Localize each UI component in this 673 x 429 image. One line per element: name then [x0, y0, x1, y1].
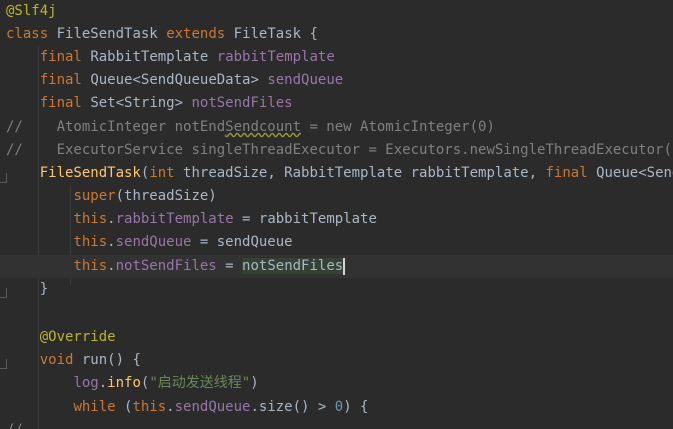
keyword-final: final [39, 49, 82, 65]
assignment: = sendQueue [191, 234, 293, 250]
code-line-11[interactable]: this.sendQueue = sendQueue [0, 231, 673, 254]
code-line-1[interactable]: @Slf4j [0, 0, 673, 23]
keyword-final: final [39, 72, 82, 88]
code-line-13[interactable]: } [0, 278, 673, 301]
code-line-5[interactable]: final Set<String> notSendFiles [0, 92, 673, 115]
assignment-op: = [216, 258, 243, 274]
code-line-10[interactable]: this.rabbitTemplate = rabbitTemplate [0, 208, 673, 231]
commented-code-typo: Sendcount [225, 119, 302, 135]
dot: . [107, 234, 116, 250]
code-editor[interactable]: @Slf4j class FileSendTask extends FileTa… [0, 0, 673, 429]
keyword-void: void [39, 352, 74, 368]
params: Queue<SendQueu [596, 165, 673, 181]
superclass-name: FileTask { [233, 26, 318, 42]
code-line-16[interactable]: void run() { [0, 349, 673, 372]
assignment: = rabbitTemplate [233, 211, 377, 227]
code-line-17[interactable]: log.info("启动发送线程") [0, 372, 673, 395]
close-brace: } [39, 281, 49, 297]
keyword-final: final [39, 95, 82, 111]
field-name: sendQueue [267, 72, 344, 88]
code-line-4[interactable]: final Queue<SendQueueData> sendQueue [0, 69, 673, 92]
fold-marker-icon[interactable] [0, 359, 7, 369]
keyword-while: while [73, 399, 116, 415]
field-name: rabbitTemplate [216, 49, 335, 65]
commented-code: = new AtomicInteger(0) [301, 119, 495, 135]
code-line-3[interactable]: final RabbitTemplate rabbitTemplate [0, 46, 673, 69]
keyword-this: this [73, 234, 108, 250]
string-literal: "启动发送线程" [149, 375, 251, 391]
field-ref: notSendFiles [115, 258, 217, 274]
keyword-int: int [149, 165, 175, 181]
params: threadSize, RabbitTemplate rabbitTemplat… [174, 165, 546, 181]
method-signature: run() { [73, 352, 141, 368]
code-line-9[interactable]: super(threadSize) [0, 185, 673, 208]
field-ref: sendQueue [115, 234, 192, 250]
code-line-8[interactable]: FileSendTask(int threadSize, RabbitTempl… [0, 162, 673, 185]
text-caret [343, 257, 346, 275]
dot: . [166, 399, 175, 415]
annotation-slf4j: @Slf4j [6, 3, 57, 19]
constructor-name: FileSendTask [39, 165, 141, 181]
log-ref: log [73, 375, 99, 391]
keyword-extends: extends [166, 26, 226, 42]
code-line-2[interactable]: class FileSendTask extends FileTask { [0, 23, 673, 46]
expression: .size() > [250, 399, 335, 415]
code-line-7[interactable]: // ExecutorService singleThreadExecutor … [0, 139, 673, 162]
keyword-class: class [6, 26, 49, 42]
field-ref: sendQueue [174, 399, 251, 415]
code-line-19[interactable]: // [0, 419, 673, 429]
field-type: Queue<SendQueueData> [90, 72, 259, 88]
field-type: RabbitTemplate [90, 49, 209, 65]
code-line-6[interactable]: // AtomicInteger notEndSendcount = new A… [0, 116, 673, 139]
method-call: info [107, 375, 141, 391]
super-args: (threadSize) [115, 188, 217, 204]
dot: . [107, 211, 116, 227]
keyword-this: this [73, 211, 108, 227]
dot: . [98, 375, 108, 391]
dot: . [107, 258, 116, 274]
code-line-12-current[interactable]: this.notSendFiles = notSendFiles [0, 255, 673, 278]
code-line-18[interactable]: while (this.sendQueue.size() > 0) { [0, 396, 673, 419]
keyword-this: this [132, 399, 167, 415]
comment-marker: // [6, 142, 23, 158]
field-name: notSendFiles [191, 95, 293, 111]
code-line-15[interactable]: @Override [0, 326, 673, 349]
comment-marker: // [6, 119, 23, 135]
paren: ( [115, 399, 133, 415]
keyword-final: final [545, 165, 588, 181]
fold-marker-icon[interactable] [0, 288, 7, 298]
code-line-14[interactable] [0, 301, 673, 324]
keyword-super: super [73, 188, 116, 204]
commented-code: ExecutorService singleThreadExecutor = E… [56, 142, 673, 158]
expression: ) { [343, 399, 369, 415]
field-type: Set<String> [90, 95, 184, 111]
fold-marker-icon[interactable] [0, 173, 7, 183]
keyword-this: this [73, 258, 108, 274]
paren: ) [250, 375, 259, 391]
number-literal: 0 [334, 399, 344, 415]
commented-code: AtomicInteger notEnd [56, 119, 226, 135]
highlighted-identifier: notSendFiles [242, 258, 344, 274]
class-name: FileSendTask [56, 26, 158, 42]
comment-marker: // [6, 422, 23, 429]
field-ref: rabbitTemplate [115, 211, 234, 227]
annotation-override: @Override [39, 329, 116, 345]
